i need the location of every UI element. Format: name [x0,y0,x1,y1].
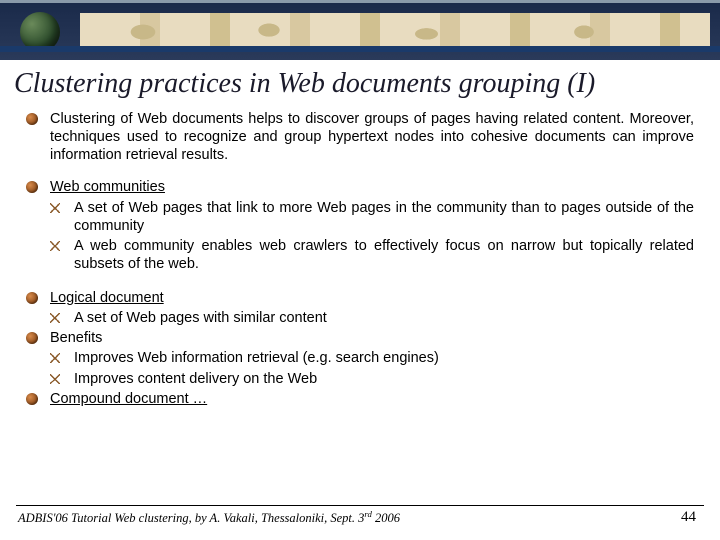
compound-document-label: Compound document … [50,391,207,407]
slide-content: Clustering of Web documents helps to dis… [0,110,720,408]
bullet-intro: Clustering of Web documents helps to dis… [26,110,694,164]
logical-document-label: Logical document [50,290,164,306]
bullet-web-communities: Web communities [26,178,694,196]
bullet-logical-document: Logical document [26,289,694,307]
slide-title: Clustering practices in Web documents gr… [14,68,706,100]
header-banner [0,0,720,60]
footer-ordinal: rd [364,509,371,519]
sub-bullet-logical-1: A set of Web pages with similar content [50,309,694,327]
page-number: 44 [681,509,696,526]
footer-prefix: ADBIS'06 Tutorial Web clustering, by A. … [18,511,364,525]
web-communities-label: Web communities [50,179,165,195]
sub-bullet-webcomm-2: A web community enables web crawlers to … [50,237,694,273]
sub-bullet-benefits-2: Improves content delivery on the Web [50,370,694,388]
sub-bullet-benefits-1: Improves Web information retrieval (e.g.… [50,349,694,367]
banner-underline [0,46,720,52]
world-map-strip [80,13,710,51]
bullet-compound-document: Compound document … [26,390,694,408]
sub-bullet-webcomm-1: A set of Web pages that link to more Web… [50,199,694,235]
footer-text: ADBIS'06 Tutorial Web clustering, by A. … [18,509,400,526]
footer-suffix: 2006 [372,511,400,525]
footer-divider [16,505,704,506]
bullet-benefits: Benefits [26,329,694,347]
